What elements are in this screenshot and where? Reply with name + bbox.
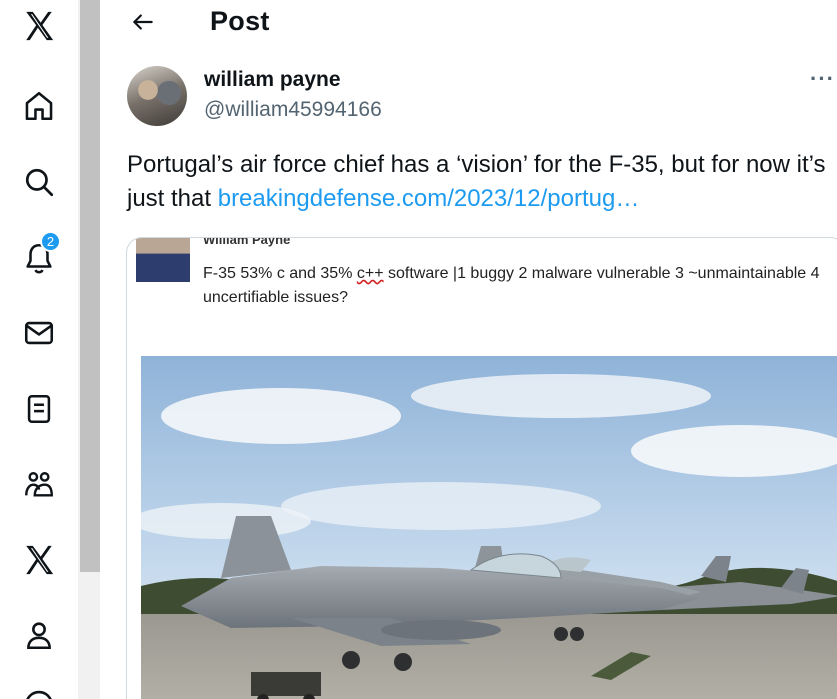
messages-icon[interactable]	[0, 303, 78, 363]
scrollbar-thumb[interactable]	[80, 0, 100, 572]
communities-icon[interactable]	[0, 454, 78, 514]
inner-author-name: William Payne	[203, 237, 291, 247]
premium-x-icon[interactable]	[0, 530, 78, 590]
left-nav: 2	[0, 0, 78, 699]
inner-avatar	[136, 238, 190, 282]
notifications-icon[interactable]	[0, 228, 78, 288]
inner-post-text: F-35 53% c and 35% c++ software |1 buggy…	[203, 262, 823, 310]
inner-text-part-a: F-35 53% c and 35%	[203, 265, 357, 282]
author-handle[interactable]: @william45994166	[204, 98, 382, 122]
more-options-button[interactable]: ···	[810, 66, 835, 92]
notifications-badge: 2	[40, 231, 61, 252]
post-text: Portugal’s air force chief has a ‘vision…	[127, 148, 827, 216]
profile-icon[interactable]	[0, 605, 78, 665]
nav-scrollbar[interactable]	[78, 0, 100, 699]
post-link[interactable]: breakingdefense.com/2023/12/portug…	[218, 185, 640, 212]
avatar[interactable]	[127, 66, 187, 126]
author-name[interactable]: william payne	[204, 68, 341, 92]
home-icon[interactable]	[0, 76, 78, 136]
inner-text-cpp: c++	[356, 265, 384, 282]
lists-icon[interactable]	[0, 379, 78, 439]
search-icon[interactable]	[0, 152, 78, 212]
post-media[interactable]: William Payne F-35 53% c and 35% c++ sof…	[126, 237, 837, 699]
page-title: Post	[210, 6, 270, 36]
x-logo-icon[interactable]	[0, 0, 78, 56]
jets-photo	[141, 356, 837, 699]
more-menu-icon[interactable]	[0, 672, 78, 699]
back-arrow-icon[interactable]	[128, 7, 158, 37]
